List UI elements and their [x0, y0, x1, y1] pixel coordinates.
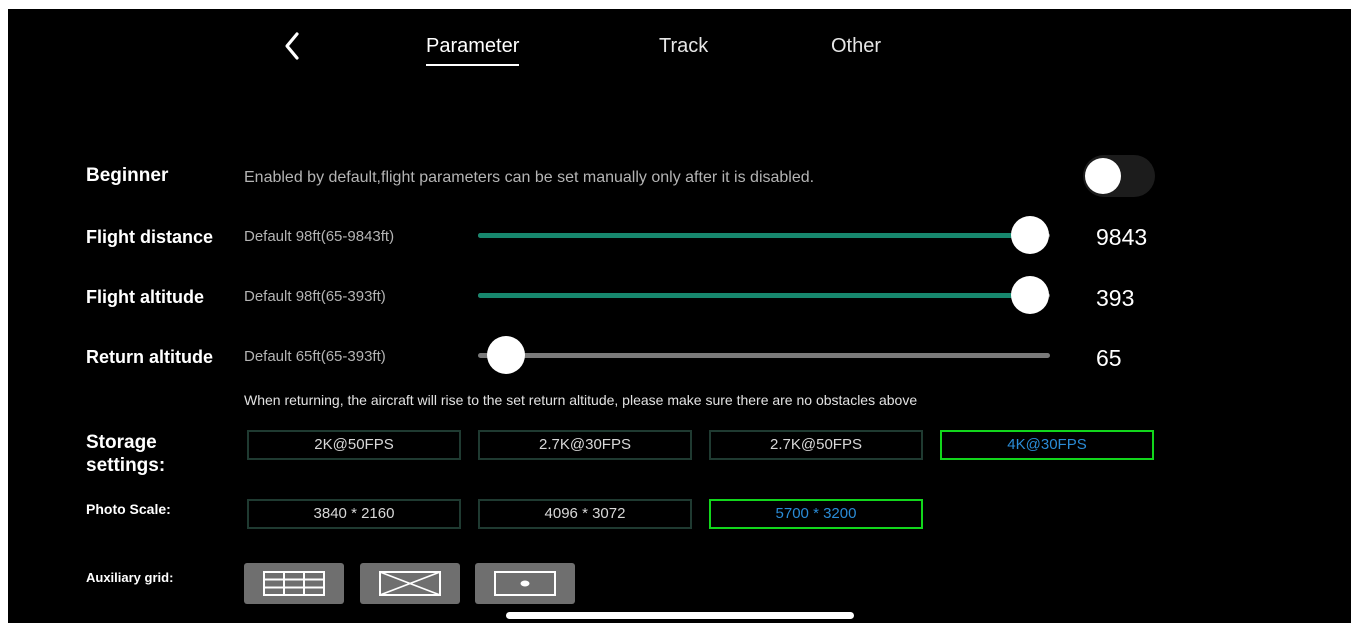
- slider-thumb[interactable]: [1011, 216, 1049, 254]
- flight-distance-description: Default 98ft(65-9843ft): [244, 228, 395, 245]
- slider-fill: [478, 233, 1030, 238]
- storage-label-line1: Storage: [86, 432, 157, 453]
- grid-3x3-icon: [263, 571, 325, 596]
- photo-scale-option-4096x3072[interactable]: 4096 * 3072: [478, 499, 692, 529]
- slider-thumb[interactable]: [1011, 276, 1049, 314]
- tab-track[interactable]: Track: [659, 35, 708, 58]
- return-altitude-note: When returning, the aircraft will rise t…: [244, 392, 918, 408]
- storage-settings-label: Storage settings:: [86, 431, 165, 477]
- settings-screen: Parameter Track Other Beginner Enabled b…: [8, 9, 1351, 623]
- flight-altitude-value: 393: [1096, 285, 1135, 311]
- grid-center-dot-button[interactable]: [475, 563, 575, 604]
- grid-center-dot-icon: [494, 571, 556, 596]
- return-altitude-label: Return altitude: [86, 347, 214, 367]
- flight-distance-value: 9843: [1096, 224, 1148, 250]
- grid-3x3-button[interactable]: [244, 563, 344, 604]
- storage-option-2k-50fps[interactable]: 2K@50FPS: [247, 430, 461, 460]
- flight-altitude-label: Flight altitude: [86, 287, 204, 307]
- photo-scale-label: Photo Scale:: [86, 501, 171, 517]
- grid-diagonal-icon: [379, 571, 441, 596]
- tab-other[interactable]: Other: [831, 35, 881, 58]
- return-altitude-slider[interactable]: [478, 336, 1050, 374]
- grid-diagonal-button[interactable]: [360, 563, 460, 604]
- storage-option-4k-30fps[interactable]: 4K@30FPS: [940, 430, 1154, 460]
- flight-altitude-slider[interactable]: [478, 276, 1050, 314]
- photo-scale-option-5700x3200[interactable]: 5700 * 3200: [709, 499, 923, 529]
- toggle-knob: [1085, 158, 1121, 194]
- storage-option-2-7k-30fps[interactable]: 2.7K@30FPS: [478, 430, 692, 460]
- back-button[interactable]: [276, 29, 310, 63]
- beginner-toggle[interactable]: [1083, 155, 1155, 197]
- flight-distance-label: Flight distance: [86, 227, 214, 247]
- slider-thumb[interactable]: [487, 336, 525, 374]
- chevron-left-icon: [285, 32, 299, 60]
- storage-option-2-7k-50fps[interactable]: 2.7K@50FPS: [709, 430, 923, 460]
- return-altitude-value: 65: [1096, 345, 1122, 371]
- flight-altitude-description: Default 98ft(65-393ft): [244, 288, 386, 305]
- storage-label-line2: settings:: [86, 455, 166, 476]
- return-altitude-description: Default 65ft(65-393ft): [244, 348, 386, 365]
- beginner-description: Enabled by default,flight parameters can…: [244, 169, 815, 186]
- home-indicator: [506, 612, 854, 619]
- beginner-label: Beginner: [86, 165, 169, 186]
- photo-scale-option-3840x2160[interactable]: 3840 * 2160: [247, 499, 461, 529]
- auxiliary-grid-label: Auxiliary grid:: [86, 570, 174, 585]
- slider-fill: [478, 293, 1030, 298]
- flight-distance-slider[interactable]: [478, 216, 1050, 254]
- slider-track: [478, 353, 1050, 358]
- tab-parameter[interactable]: Parameter: [426, 35, 520, 66]
